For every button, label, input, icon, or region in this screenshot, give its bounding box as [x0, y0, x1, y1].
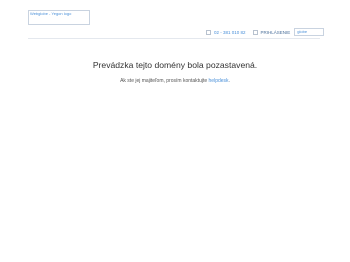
suspension-headline: Prevádzka tejto domény bola pozastavená.: [92, 60, 258, 70]
phone-number[interactable]: 02 - 381 010 82: [214, 30, 246, 35]
top-bar: 02 - 381 010 82 PRIHLÁSENIE globe: [206, 27, 325, 37]
helpdesk-link[interactable]: helpdesk: [209, 78, 229, 84]
login-link[interactable]: PRIHLÁSENIE: [261, 30, 291, 35]
page: Webglobe - Yegon logo 02 - 381 010 82 PR…: [0, 0, 350, 262]
logo-link[interactable]: Webglobe - Yegon logo: [28, 10, 90, 25]
phone-icon: [206, 30, 211, 35]
user-icon: [252, 30, 258, 35]
logo-alt-text: Webglobe - Yegon logo: [30, 11, 72, 16]
contact-message-suffix: .: [228, 78, 230, 84]
search-input-text: globe: [297, 28, 308, 34]
header-divider: [28, 38, 320, 39]
contact-message-prefix: Ak ste jej majiteľom, prosím kontaktujte: [120, 78, 209, 84]
search-input[interactable]: globe: [294, 27, 325, 36]
contact-message: Ak ste jej majiteľom, prosím kontaktujte…: [0, 78, 350, 84]
